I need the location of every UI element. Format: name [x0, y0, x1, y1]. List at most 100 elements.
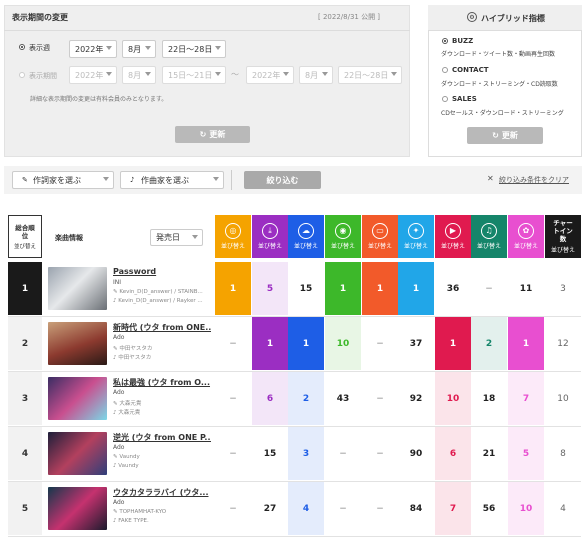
rank-value: 5 — [252, 262, 288, 315]
range-start-month[interactable]: 8月 — [122, 66, 156, 84]
rank-value: − — [229, 503, 237, 514]
karaoke-icon: ♫ — [481, 223, 497, 239]
period-update-label: 更新 — [209, 130, 226, 139]
artist-name[interactable]: Ado — [113, 499, 124, 506]
rank-value: 36 — [446, 283, 460, 294]
column-header-gyao[interactable]: ✿ 並び替え — [508, 215, 544, 258]
rank-value: − — [339, 448, 347, 459]
song-thumbnail[interactable] — [48, 377, 107, 420]
range-end-year[interactable]: 2022年 — [246, 66, 294, 84]
rank-value: 1 — [325, 262, 361, 315]
lyricist-credit[interactable]: ✎ Kevin_D(D_answer) / STAINB... — [113, 289, 211, 295]
composer-credit[interactable]: ♪ 大森元貴 — [113, 408, 211, 416]
clear-filters-link[interactable]: 絞り込み条件をクリア — [499, 175, 569, 185]
composer-credit[interactable]: ♪ Vaundy — [113, 463, 211, 469]
rank-value: − — [339, 503, 347, 514]
radio-range[interactable] — [19, 72, 25, 78]
range-start-week[interactable]: 15日〜21日 — [162, 66, 226, 84]
hybrid-update-button[interactable]: ↻ 更新 — [467, 127, 543, 144]
song-title-link[interactable]: 新時代 (ウタ from ONE... — [113, 322, 211, 333]
song-title-link[interactable]: 逆光 (ウタ from ONE P... — [113, 432, 211, 443]
cloud-download-icon: ☁ — [298, 223, 314, 239]
narrow-button[interactable]: 絞り込む — [244, 171, 321, 189]
radio-week[interactable] — [19, 44, 25, 50]
lyricist-select[interactable]: ♪ 作曲家を選ぶ — [120, 171, 224, 189]
rank-value: − — [376, 503, 384, 514]
rank-value: 2 — [471, 317, 507, 370]
rank-value: − — [485, 283, 493, 294]
close-icon[interactable]: ✕ — [487, 174, 494, 183]
range-start-year[interactable]: 2022年 — [69, 66, 117, 84]
column-header-pc[interactable]: ▭ 並び替え — [362, 215, 398, 258]
period-update-button[interactable]: ↻ 更新 — [175, 126, 250, 143]
rank-value: 10 — [508, 482, 544, 535]
chevron-down-icon — [103, 177, 109, 181]
sort-label: 並び替え — [550, 247, 575, 254]
sort-label: 並び替え — [403, 243, 428, 250]
chevron-down-icon — [215, 72, 221, 76]
artist-name[interactable]: INI — [113, 279, 121, 286]
sort-label: 並び替え — [367, 243, 392, 250]
rank-value: 5 — [508, 427, 544, 480]
lyricist-credit[interactable]: ✎ 中田ヤスタカ — [113, 344, 211, 352]
hybrid-radio-buzz[interactable] — [442, 38, 448, 44]
period-divider — [4, 30, 410, 31]
sort-label: 並び替え — [440, 243, 465, 250]
release-date-select[interactable]: 発売日 — [150, 229, 203, 246]
sort-label: 並び替え — [220, 243, 245, 250]
music-info-header: 楽曲情報 — [55, 234, 83, 242]
range-end-month[interactable]: 8月 — [299, 66, 333, 84]
narrow-label: 絞り込む — [266, 175, 299, 185]
composer-credit[interactable]: ♪ 中田ヤスタカ — [113, 353, 211, 361]
twitter-icon: ✦ — [408, 223, 424, 239]
artist-name[interactable]: Ado — [113, 334, 124, 341]
song-thumbnail[interactable] — [48, 267, 107, 310]
column-header-youtube[interactable]: ▶ 並び替え — [435, 215, 471, 258]
rank-value: 3 — [560, 283, 566, 294]
column-header-chart-in[interactable]: チャートイン数 並び替え — [545, 215, 581, 258]
composer-select[interactable]: ✎ 作詞家を選ぶ — [12, 171, 114, 189]
composer-credit[interactable]: ♪ Kevin_D(D_answer) / Rayker ... — [113, 298, 211, 304]
song-thumbnail[interactable] — [48, 432, 107, 475]
song-title-link[interactable]: Password — [113, 267, 211, 276]
rank-value: 1 — [435, 317, 471, 370]
hybrid-option-desc: ダウンロード・ストリーミング・CD読取数 — [441, 81, 558, 88]
chevron-down-icon — [106, 72, 112, 76]
song-thumbnail[interactable] — [48, 322, 107, 365]
release-date-label: 発売日 — [156, 233, 180, 242]
song-title-link[interactable]: 私は最強 (ウタ from O... — [113, 377, 211, 388]
year-select[interactable]: 2022年 — [69, 40, 117, 58]
pen-icon: ✎ — [22, 176, 28, 184]
song-title-link[interactable]: ウタカタララバイ (ウタ... — [113, 487, 211, 498]
rank-cell: 5 — [8, 482, 42, 535]
rank-cell: 1 — [8, 262, 42, 315]
period-note: 詳細な表示期間の変更は有料会員のみとなります。 — [30, 96, 168, 103]
radio-week-label: 表示週 — [29, 44, 50, 52]
column-header-download[interactable]: ⤓ 並び替え — [252, 215, 288, 258]
column-header-cd[interactable]: ◎ 並び替え — [215, 215, 251, 258]
lyricist-credit[interactable]: ✎ TOPHAMHAT-KYO — [113, 509, 211, 515]
week-select[interactable]: 22日〜28日 — [162, 40, 226, 58]
range-end-week[interactable]: 22日〜28日 — [338, 66, 402, 84]
column-header-cloud-download[interactable]: ☁ 並び替え — [288, 215, 324, 258]
month-select[interactable]: 8月 — [122, 40, 156, 58]
song-thumbnail[interactable] — [48, 487, 107, 530]
rank-value: 10 — [325, 317, 361, 370]
lyricist-credit[interactable]: ✎ Vaundy — [113, 454, 211, 460]
hybrid-icon: ⚙ — [467, 12, 477, 22]
column-header-karaoke[interactable]: ♫ 並び替え — [471, 215, 507, 258]
chevron-down-icon — [213, 177, 219, 181]
composer-credit[interactable]: ♪ FAKE TYPE. — [113, 518, 211, 524]
rank-value: 12 — [557, 338, 569, 349]
rank-value: − — [376, 393, 384, 404]
hybrid-option-label: SALES — [452, 95, 477, 103]
artist-name[interactable]: Ado — [113, 444, 124, 451]
column-header-streaming[interactable]: ◉ 並び替え — [325, 215, 361, 258]
rank-value: 1 — [288, 317, 324, 370]
rank-header[interactable]: 総合順位 並び替え — [8, 215, 42, 258]
column-header-twitter[interactable]: ✦ 並び替え — [398, 215, 434, 258]
lyricist-credit[interactable]: ✎ 大森元貴 — [113, 399, 211, 407]
artist-name[interactable]: Ado — [113, 389, 124, 396]
hybrid-radio-contact[interactable] — [442, 67, 448, 73]
hybrid-radio-sales[interactable] — [442, 96, 448, 102]
